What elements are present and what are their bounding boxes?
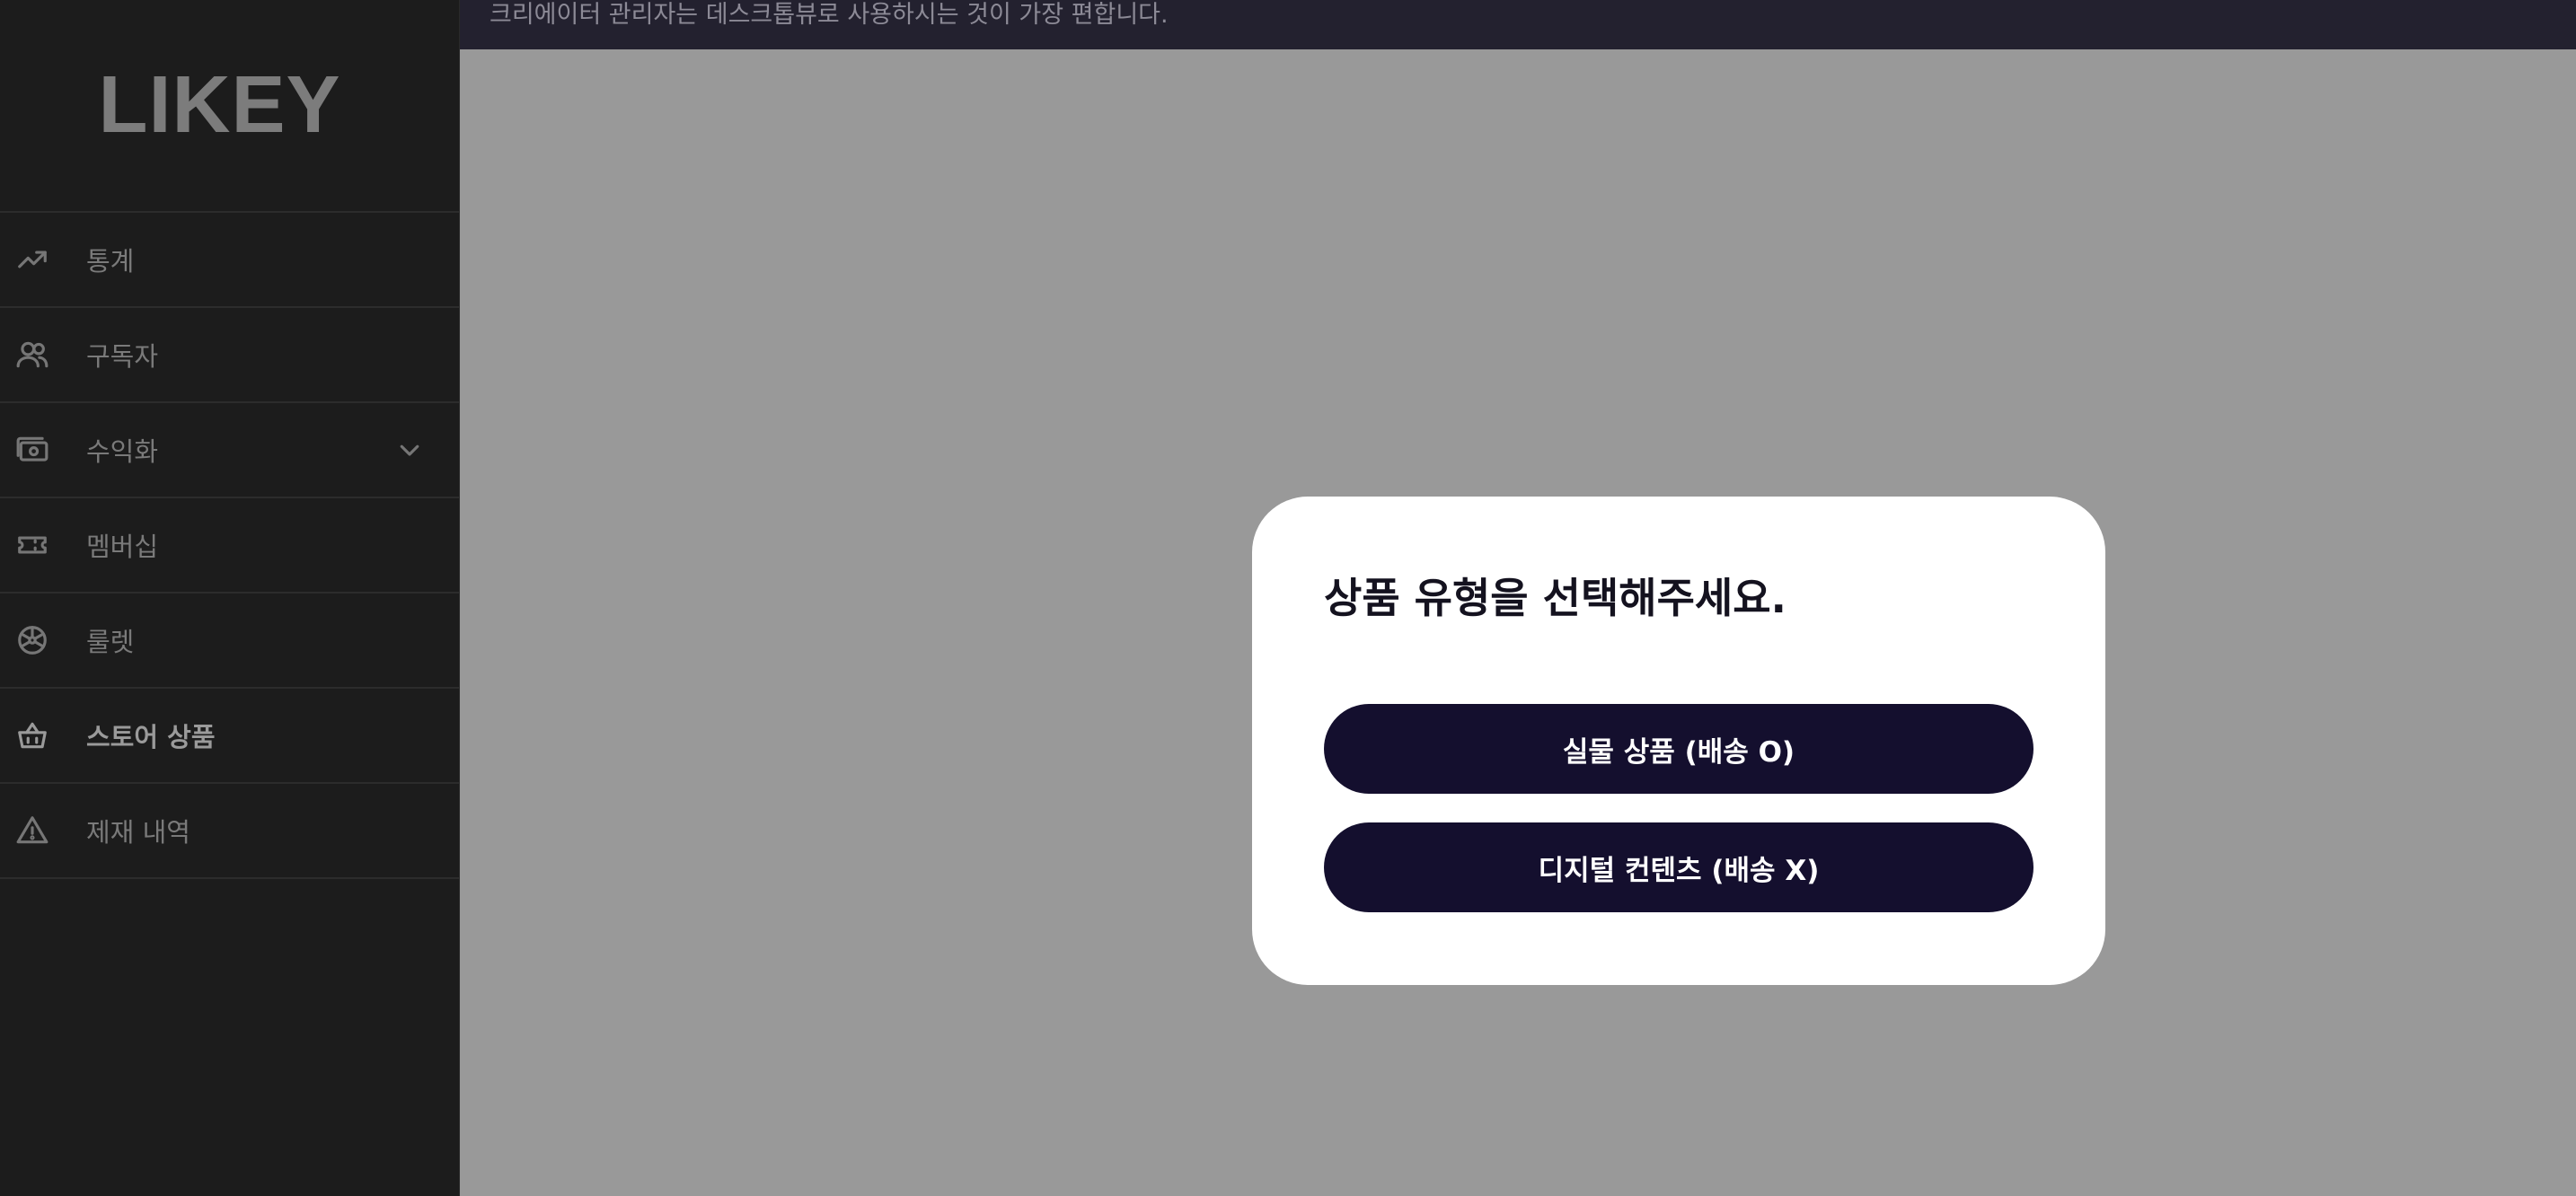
sidebar-item-label: 통계 <box>86 246 135 277</box>
desktop-view-banner: 크리에이터 관리자는 데스크톱뷰로 사용하시는 것이 가장 편합니다. <box>460 0 2576 49</box>
sidebar-item-label: 제재 내역 <box>86 817 190 848</box>
physical-product-button[interactable]: 실물 상품 (배송 O) <box>1324 704 2033 794</box>
sidebar-item-store-products[interactable]: 스토어 상품 <box>0 689 459 784</box>
sidebar-item-roulette[interactable]: 룰렛 <box>0 594 459 689</box>
logo[interactable]: LIKEY <box>0 0 459 213</box>
modal-title: 상품 유형을 선택해주세요. <box>1324 574 1787 622</box>
sidebar: LIKEY 통계 구독자 수익화 멤버십 룰렛 스토어 상품 제재 내역 <box>0 0 460 1196</box>
money-icon <box>14 432 50 468</box>
sidebar-item-membership[interactable]: 멤버십 <box>0 498 459 594</box>
sidebar-item-sanctions[interactable]: 제재 내역 <box>0 784 459 879</box>
product-type-modal: 상품 유형을 선택해주세요. 실물 상품 (배송 O) 디지털 컨텐츠 (배송 … <box>1252 497 2105 985</box>
sidebar-item-subscribers[interactable]: 구독자 <box>0 308 459 403</box>
digital-content-button[interactable]: 디지털 컨텐츠 (배송 X) <box>1324 822 2033 912</box>
banner-text: 크리에이터 관리자는 데스크톱뷰로 사용하시는 것이 가장 편합니다. <box>490 1 1169 29</box>
basket-icon <box>14 717 50 753</box>
sidebar-item-label: 멤버십 <box>86 532 159 562</box>
sidebar-item-label: 스토어 상품 <box>86 722 216 752</box>
chevron-down-icon[interactable] <box>396 436 423 463</box>
sidebar-item-label: 룰렛 <box>86 627 135 657</box>
sidebar-item-statistics[interactable]: 통계 <box>0 213 459 308</box>
sidebar-item-label: 구독자 <box>86 341 159 372</box>
warning-icon <box>14 813 50 849</box>
sidebar-item-label: 수익화 <box>86 436 159 467</box>
sidebar-item-monetization[interactable]: 수익화 <box>0 403 459 498</box>
roulette-icon <box>14 622 50 658</box>
app-root: LIKEY 통계 구독자 수익화 멤버십 룰렛 스토어 상품 제재 내역 크리에… <box>0 0 2576 1196</box>
trending-up-icon <box>14 242 50 277</box>
ticket-icon <box>14 527 50 563</box>
users-icon <box>14 337 50 373</box>
